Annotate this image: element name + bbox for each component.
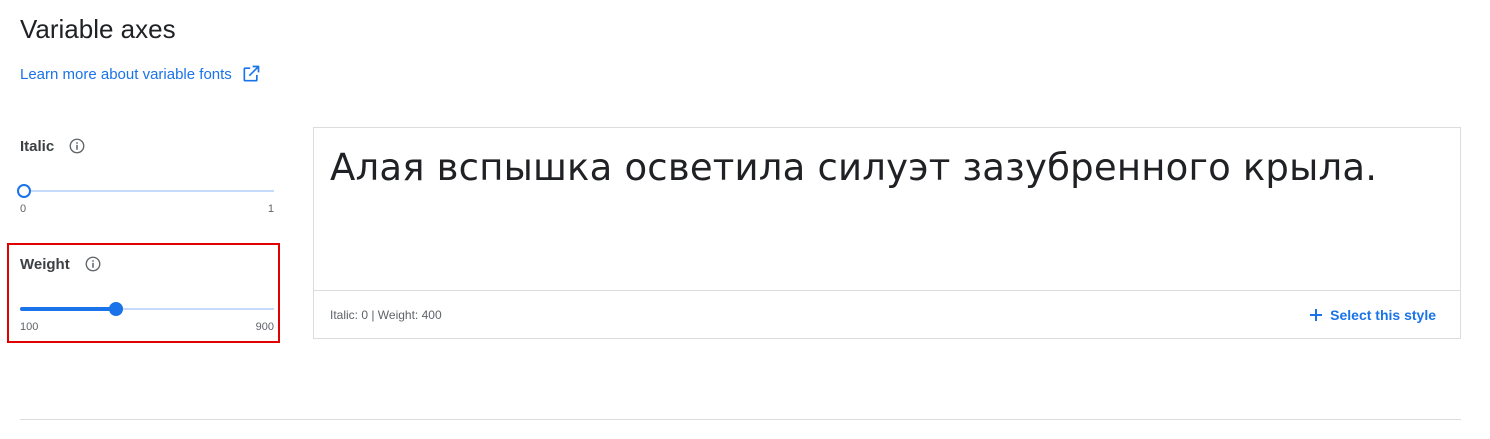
italic-slider-thumb[interactable] xyxy=(17,184,31,198)
italic-axis-label: Italic xyxy=(20,137,55,155)
learn-more-label: Learn more about variable fonts xyxy=(20,65,232,83)
preview-card: Алая вспышка осветила силуэт зазубренног… xyxy=(313,127,1461,339)
italic-axis-control: Italic 0 1 xyxy=(17,136,274,215)
italic-min-label: 0 xyxy=(20,203,27,215)
weight-slider[interactable] xyxy=(20,299,274,319)
italic-slider-track xyxy=(20,190,274,192)
weight-axis-control: Weight 100 900 xyxy=(20,254,274,333)
weight-axis-label: Weight xyxy=(20,255,70,273)
open-in-new-icon xyxy=(243,65,260,82)
select-style-button[interactable]: Select this style xyxy=(1309,307,1436,323)
weight-axis-header: Weight xyxy=(20,254,274,274)
preview-sample-text: Алая вспышка осветила силуэт зазубренног… xyxy=(330,146,1378,189)
info-icon[interactable] xyxy=(68,137,86,155)
variable-axes-section: Variable axes Learn more about variable … xyxy=(0,0,1490,439)
italic-axis-header: Italic xyxy=(20,136,274,156)
learn-more-link[interactable]: Learn more about variable fonts xyxy=(20,64,261,84)
italic-slider[interactable] xyxy=(17,181,274,201)
italic-max-label: 1 xyxy=(267,203,274,215)
weight-slider-fill xyxy=(20,307,117,311)
weight-range-labels: 100 900 xyxy=(20,321,274,333)
style-info-text: Italic: 0 | Weight: 400 xyxy=(330,307,442,322)
weight-slider-thumb[interactable] xyxy=(109,302,124,316)
section-divider xyxy=(20,419,1461,420)
select-style-label: Select this style xyxy=(1330,306,1436,323)
preview-card-footer: Italic: 0 | Weight: 400 Select this styl… xyxy=(314,290,1460,338)
weight-min-label: 100 xyxy=(20,321,39,333)
info-icon[interactable] xyxy=(84,255,102,273)
plus-icon xyxy=(1310,308,1323,321)
italic-range-labels: 0 1 xyxy=(20,203,274,215)
section-title: Variable axes xyxy=(20,14,176,44)
weight-max-label: 900 xyxy=(255,321,274,333)
